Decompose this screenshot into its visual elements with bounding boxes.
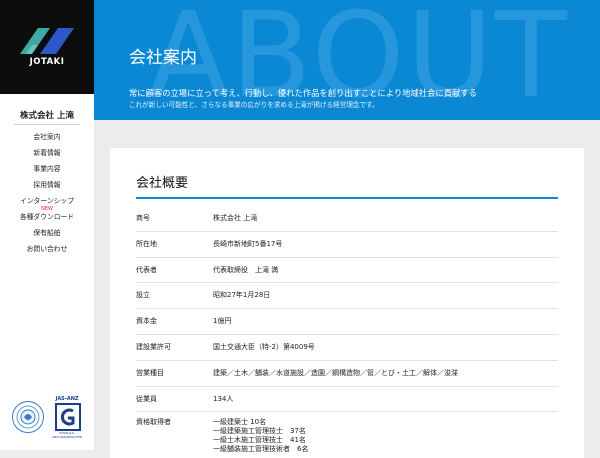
new-badge: NEW	[41, 206, 53, 212]
row-value: 建築／土木／舗装／水道施設／造園／鋼構造物／管／とび・土工／解体／浚渫	[213, 360, 558, 387]
jotaki-logo[interactable]: JOTAKI	[0, 0, 94, 94]
row-value: 昭和27年1月28日	[213, 282, 558, 310]
section-title: 会社概要	[136, 176, 189, 191]
sidebar: JOTAKI 株式会社 上滝 会社案内 新着情報 事業内容 採用情報 インターン…	[0, 0, 94, 450]
company-overview-panel: 会社概要 商号 株式会社 上滝 所在地 長崎市新地町5番17号 代表者 代表取締…	[110, 148, 584, 458]
row-value: 代表取締役 上滝 満	[213, 257, 558, 284]
table-row: 設立 昭和27年1月28日	[136, 282, 558, 310]
table-row: 営業種目 建築／土木／舗装／水道施設／造園／鋼構造物／管／とび・土工／解体／浚渫	[136, 360, 558, 387]
nav-item-contact[interactable]: お問い合わせ	[0, 244, 94, 260]
hero-philosophy: 常に顧客の立場に立って考え、行動し、優れた作品を創り出すことにより地域社会に貢献…	[129, 88, 477, 98]
page-title: 会社案内	[129, 48, 197, 68]
row-label: 商号	[136, 206, 213, 232]
table-row: 代表者 代表取締役 上滝 満	[136, 257, 558, 284]
company-name: 株式会社 上滝	[20, 111, 74, 121]
row-value: 一級建築士 10名 一級建築施工管理技士 37名 一級土木施工管理技士 41名 …	[213, 412, 558, 458]
nav-item-news[interactable]: 新着情報	[0, 148, 94, 164]
table-row: 建設業許可 国土交通大臣（特-2）第4009号	[136, 334, 558, 361]
row-label: 所在地	[136, 231, 213, 258]
row-label: 建設業許可	[136, 334, 213, 361]
row-label: 営業種目	[136, 360, 213, 387]
row-value: 国土交通大臣（特-2）第4009号	[213, 334, 558, 361]
hero-banner: ABOUT 会社案内 常に顧客の立場に立って考え、行動し、優れた作品を創り出すこ…	[94, 0, 600, 120]
nav-item-downloads[interactable]: NEW 各種ダウンロード	[0, 206, 94, 228]
jqa-seal-icon	[12, 401, 44, 433]
row-label: 代表者	[136, 257, 213, 284]
nav-item-about[interactable]: 会社案内	[0, 132, 94, 148]
jas-anz-mark-icon	[55, 403, 81, 431]
logo-text: JOTAKI	[29, 57, 65, 67]
company-info-table: 商号 株式会社 上滝 所在地 長崎市新地町5番17号 代表者 代表取締役 上滝 …	[136, 206, 558, 458]
jas-anz-label: JAS-ANZ	[55, 396, 79, 402]
jas-anz-footer: WWW.JAS-ANZ.ORG/REGISTER	[52, 431, 82, 439]
table-row: 所在地 長崎市新地町5番17号	[136, 231, 558, 258]
logo-mark-icon	[20, 28, 74, 54]
nav-item-downloads-label: 各種ダウンロード	[19, 213, 75, 221]
nav-item-recruit[interactable]: 採用情報	[0, 180, 94, 196]
row-value: 長崎市新地町5番17号	[213, 231, 558, 258]
table-row: 従業員 134人	[136, 386, 558, 413]
jas-anz-badge: JAS-ANZ WWW.JAS-ANZ.ORG/REGISTER	[49, 396, 85, 439]
hero-philosophy-sub: これが新しい可能性と、さらなる事業の広がりを求める上滝が掲げる経営理念です。	[129, 101, 379, 109]
row-value: 134人	[213, 386, 558, 413]
row-label: 資格取得者	[136, 418, 171, 427]
certification-badges: JAS-ANZ WWW.JAS-ANZ.ORG/REGISTER	[12, 396, 86, 442]
row-label: 設立	[136, 282, 213, 310]
title-underline	[136, 197, 558, 199]
divider	[14, 124, 80, 125]
row-value: 1億円	[213, 308, 558, 335]
row-value: 株式会社 上滝	[213, 206, 558, 232]
row-label: 従業員	[136, 386, 213, 413]
nav-item-vessels[interactable]: 保有船舶	[0, 228, 94, 244]
table-row: 商号 株式会社 上滝	[136, 206, 558, 232]
nav-item-business[interactable]: 事業内容	[0, 164, 94, 180]
row-label: 資本金	[136, 308, 213, 335]
sidebar-nav: 会社案内 新着情報 事業内容 採用情報 インターンシップ NEW 各種ダウンロー…	[0, 132, 94, 260]
table-row: 資本金 1億円	[136, 308, 558, 335]
table-row-qualifications: 資格取得者 一級建築士 10名 一級建築施工管理技士 37名 一級土木施工管理技…	[136, 412, 558, 458]
